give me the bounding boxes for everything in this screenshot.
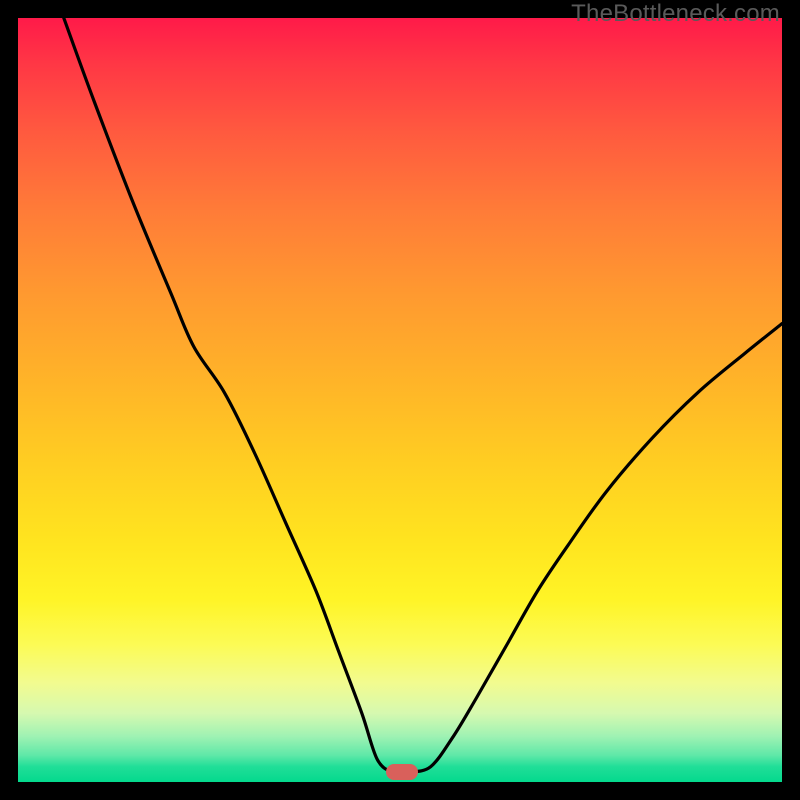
watermark-label: TheBottleneck.com	[571, 0, 780, 28]
bottleneck-curve-path	[64, 18, 782, 773]
curve-svg	[18, 18, 782, 782]
gradient-plot-area	[18, 18, 782, 782]
chart-frame: TheBottleneck.com	[0, 0, 800, 800]
minimum-marker	[386, 764, 418, 780]
